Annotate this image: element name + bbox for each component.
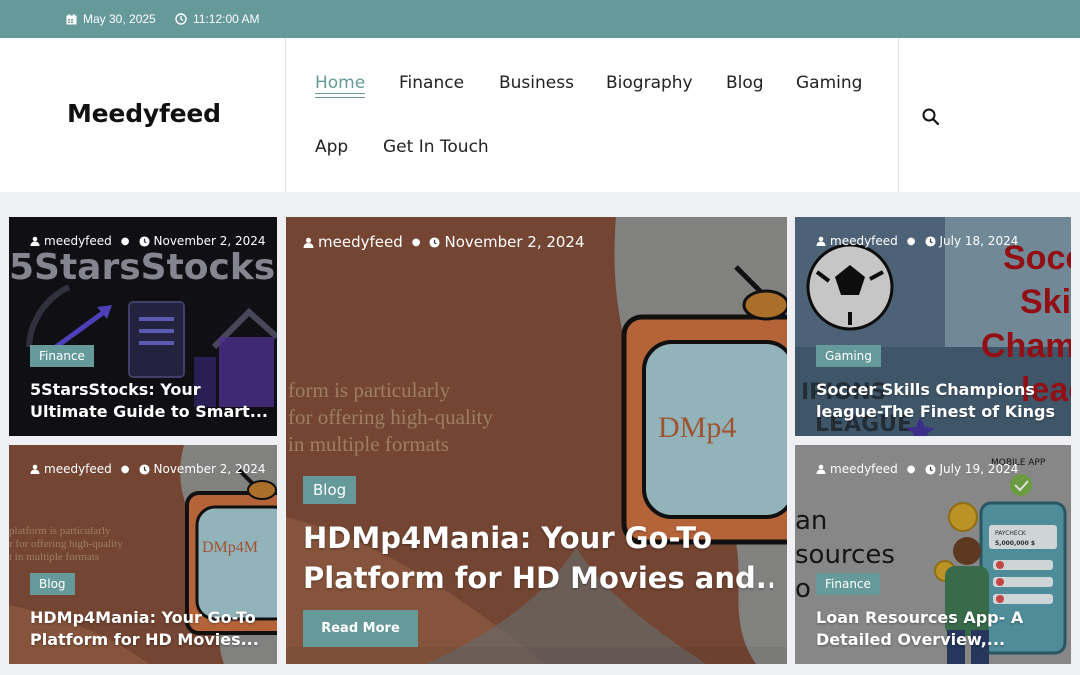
site-logo[interactable]: Meedyfeed (67, 99, 221, 128)
post-title-line: Ultimate Guide to Smart... (30, 402, 269, 421)
post-card-loan-resources[interactable]: an sources o MOBILE APP PAYCHECK 5,000,0… (795, 445, 1071, 664)
user-icon (30, 464, 40, 474)
user-icon (30, 236, 40, 246)
user-icon (816, 236, 826, 246)
post-title-line: Platform for HD Movies and... (303, 561, 773, 595)
clock-icon (138, 235, 150, 247)
read-more-button[interactable]: Read More (303, 610, 418, 647)
clock-icon (138, 463, 150, 475)
nav-home[interactable]: Home (315, 73, 366, 98)
post-title[interactable]: HDMp4Mania: Your Go-To Platform for HD M… (30, 607, 270, 651)
post-title-line: Platform for HD Movies... (30, 630, 259, 649)
search-icon[interactable] (921, 107, 941, 127)
post-title[interactable]: 5StarsStocks: Your Ultimate Guide to Sma… (30, 379, 270, 423)
post-title-line: HDMp4Mania: Your Go-To (303, 521, 713, 555)
post-date[interactable]: July 18, 2024 (940, 234, 1019, 248)
post-title-line: Soccer Skills Champions (816, 380, 1035, 399)
svg-text:5StarsStocks: 5StarsStocks (9, 247, 275, 288)
post-title-line: 5StarsStocks: Your (30, 380, 201, 399)
post-author[interactable]: meedyfeed (830, 462, 898, 476)
post-author[interactable]: meedyfeed (44, 462, 112, 476)
post-date[interactable]: November 2, 2024 (154, 462, 266, 476)
category-badge[interactable]: Blog (303, 476, 357, 504)
category-badge[interactable]: Gaming (816, 345, 881, 367)
date-text: May 30, 2025 (83, 12, 156, 26)
user-icon (303, 237, 314, 248)
current-time: 11:12:00 AM (175, 12, 260, 26)
post-date[interactable]: July 19, 2024 (940, 462, 1019, 476)
nav-app[interactable]: App (315, 137, 348, 157)
post-date[interactable]: November 2, 2024 (444, 233, 584, 251)
post-card-soccer[interactable]: IPIONS LEAGUE Soccer Skills Champio leag… (795, 217, 1071, 436)
category-badge[interactable]: Finance (30, 345, 94, 367)
nav-biography[interactable]: Biography (606, 73, 693, 93)
nav-blog[interactable]: Blog (726, 73, 764, 93)
post-title-line: league-The Finest of Kings (816, 402, 1056, 421)
post-title-line: HDMp4Mania: Your Go-To (30, 608, 256, 627)
post-meta: meedyfeed ● November 2, 2024 (303, 233, 585, 251)
post-meta: meedyfeed ● July 19, 2024 (816, 462, 1018, 476)
featured-post-card[interactable]: DMp4 form is particularly for offering h… (286, 217, 787, 664)
nav-gaming[interactable]: Gaming (796, 73, 862, 93)
post-meta: meedyfeed ● July 18, 2024 (816, 234, 1018, 248)
post-author[interactable]: meedyfeed (44, 234, 112, 248)
nav-finance[interactable]: Finance (399, 73, 464, 93)
user-icon (816, 464, 826, 474)
clock-icon (924, 235, 936, 247)
clock-icon (175, 13, 187, 25)
post-title[interactable]: Loan Resources App- A Detailed Overview,… (816, 607, 1066, 651)
calendar-icon (66, 13, 77, 25)
top-bar: May 30, 2025 11:12:00 AM (0, 0, 1080, 38)
category-badge[interactable]: Blog (30, 573, 75, 595)
post-title[interactable]: Soccer Skills Champions league-The Fines… (816, 379, 1066, 423)
post-meta: meedyfeed ● November 2, 2024 (30, 462, 266, 476)
clock-icon (924, 463, 936, 475)
header-divider (285, 38, 286, 192)
clock-icon (429, 236, 441, 248)
post-meta: meedyfeed ● November 2, 2024 (30, 234, 266, 248)
post-card-5starsstocks[interactable]: 5StarsStocks meedyfeed ● November 2, 202… (9, 217, 277, 436)
post-title[interactable]: HDMp4Mania: Your Go-To Platform for HD M… (303, 518, 773, 598)
post-author[interactable]: meedyfeed (318, 233, 403, 251)
nav-get-in-touch[interactable]: Get In Touch (383, 137, 489, 157)
post-date[interactable]: November 2, 2024 (154, 234, 266, 248)
header-divider (898, 38, 899, 192)
post-title-line: Loan Resources App- A (816, 608, 1024, 627)
post-author[interactable]: meedyfeed (830, 234, 898, 248)
category-badge[interactable]: Finance (816, 573, 880, 595)
post-card-hdmp4mania[interactable]: DMp4M platform is particularly r for off… (9, 445, 277, 664)
site-header: Meedyfeed Home Finance Business Biograph… (0, 38, 1080, 192)
post-title-line: Detailed Overview,... (816, 630, 1006, 649)
nav-business[interactable]: Business (499, 73, 574, 93)
current-date: May 30, 2025 (66, 12, 156, 26)
time-text: 11:12:00 AM (193, 12, 260, 26)
